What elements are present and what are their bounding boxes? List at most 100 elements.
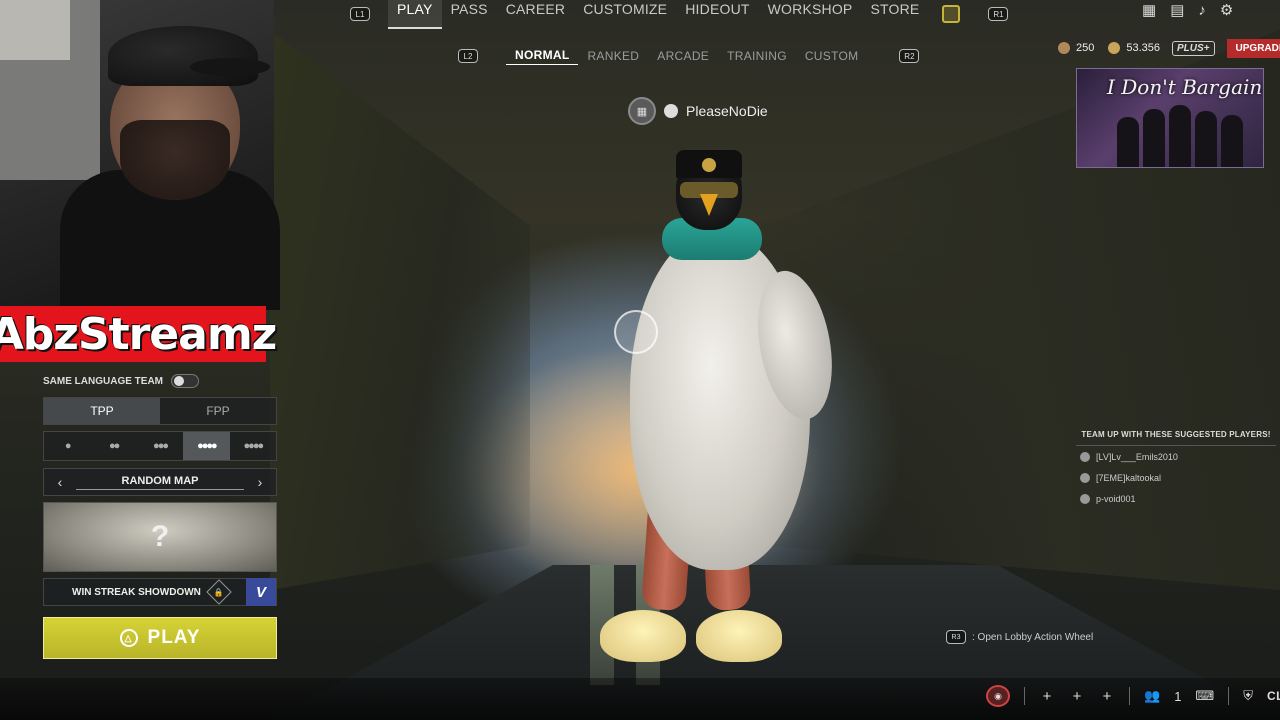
- map-next-button[interactable]: ›: [244, 474, 276, 490]
- win-streak-row[interactable]: WIN STREAK SHOWDOWN 🔒 V: [43, 578, 277, 606]
- tab-store[interactable]: STORE: [861, 0, 928, 29]
- suggested-player-name: p-void001: [1096, 493, 1136, 504]
- promo-banner[interactable]: I Don't Bargain: [1076, 68, 1264, 168]
- party-controls: ◉ + + + 👥 1 ⌨ ⛨ CLAN: [986, 685, 1280, 707]
- perspective-fpp[interactable]: FPP: [160, 398, 276, 424]
- party-members-icon[interactable]: 👥: [1144, 688, 1160, 704]
- mode-tabs: L2 NORMAL RANKED ARCADE TRAINING CUSTOM …: [458, 44, 920, 68]
- l2-button-hint: L2: [458, 49, 478, 63]
- player-character[interactable]: [590, 140, 843, 670]
- l1-button-hint: L1: [350, 7, 370, 21]
- cursor-ring-icon: [614, 310, 658, 354]
- squad-fill-icon[interactable]: ●●●●: [230, 432, 276, 460]
- gcoin-amount: 53.356: [1126, 42, 1161, 54]
- player-avatar-icon: [1080, 493, 1090, 504]
- mode-arcade[interactable]: ARCADE: [648, 49, 718, 63]
- character-foot: [600, 610, 686, 662]
- promo-title: I Don't Bargain: [1107, 75, 1263, 99]
- map-selector: ‹ RANDOM MAP ›: [43, 468, 277, 496]
- news-icon[interactable]: ▤: [1170, 1, 1184, 19]
- map-preview[interactable]: ?: [43, 502, 277, 572]
- invite-slot-plus-icon[interactable]: +: [1069, 688, 1085, 705]
- upgrade-button[interactable]: UPGRADE: [1226, 38, 1280, 58]
- streak-v-badge: V: [246, 578, 276, 606]
- character-foot: [696, 610, 782, 662]
- webcam-door: [0, 0, 70, 60]
- squad-solo-icon[interactable]: ●: [44, 432, 90, 460]
- calendar-icon[interactable]: ▦: [1142, 1, 1156, 19]
- tab-hideout[interactable]: HIDEOUT: [676, 0, 758, 29]
- player-avatar-icon: [1080, 472, 1090, 483]
- divider: [1228, 687, 1230, 705]
- webcam-cap-brim: [190, 58, 270, 76]
- promo-figure: [1117, 117, 1139, 167]
- r3-button-hint: R3: [946, 630, 966, 644]
- mode-ranked[interactable]: RANKED: [578, 49, 648, 63]
- mode-normal[interactable]: NORMAL: [506, 48, 579, 65]
- tab-pass[interactable]: PASS: [442, 0, 497, 29]
- squad-trio-icon[interactable]: ●●●: [137, 432, 183, 460]
- divider: [1129, 687, 1130, 705]
- party-count: 1: [1174, 688, 1182, 704]
- action-wheel-label: : Open Lobby Action Wheel: [972, 631, 1094, 643]
- list-item[interactable]: [7EME]kaltookal: [1076, 467, 1276, 488]
- list-item[interactable]: p-void001: [1076, 488, 1276, 509]
- hat-badge: [702, 158, 716, 172]
- webcam-cap: [108, 26, 258, 86]
- suggested-player-name: [7EME]kaltookal: [1096, 472, 1162, 483]
- invite-slot-plus-icon[interactable]: +: [1039, 688, 1055, 705]
- bp-coin-icon: [1058, 42, 1070, 54]
- clan-button[interactable]: CLAN: [1267, 689, 1280, 703]
- suggested-players: TEAM UP WITH THESE SUGGESTED PLAYERS! [L…: [1076, 430, 1276, 509]
- keyboard-icon[interactable]: ⌨: [1195, 688, 1214, 704]
- promo-figure: [1195, 111, 1217, 167]
- r1-button-hint: R1: [988, 7, 1009, 21]
- gear-icon[interactable]: ⚙: [1220, 1, 1233, 19]
- squad-size-selector: ● ●● ●●● ●●●● ●●●●: [43, 431, 277, 461]
- clan-icon[interactable]: ⛨: [1243, 688, 1253, 704]
- map-question-mark: ?: [150, 520, 170, 553]
- cube-icon[interactable]: [942, 5, 961, 23]
- plus-badge[interactable]: PLUS+: [1172, 40, 1215, 56]
- mode-training[interactable]: TRAINING: [718, 49, 796, 63]
- same-language-toggle[interactable]: [171, 374, 199, 388]
- nameplate-emblem-icon: ▦: [628, 97, 656, 125]
- play-button-label: PLAY: [147, 627, 201, 648]
- tab-workshop[interactable]: WORKSHOP: [759, 0, 862, 29]
- tab-customize[interactable]: CUSTOMIZE: [574, 0, 676, 29]
- promo-figure: [1169, 105, 1191, 167]
- bell-icon[interactable]: ♪: [1198, 2, 1206, 19]
- play-button[interactable]: △ PLAY: [43, 617, 277, 659]
- streamer-name-banner: AbzStreamz: [0, 306, 277, 362]
- invite-slot-plus-icon[interactable]: +: [1099, 688, 1115, 705]
- perspective-selector: TPP FPP: [43, 397, 277, 425]
- webcam-person-beard: [120, 120, 230, 200]
- voice-chat-icon[interactable]: ◉: [986, 685, 1010, 707]
- promo-figure: [1221, 115, 1243, 167]
- squad-duo-icon[interactable]: ●●: [90, 432, 136, 460]
- top-right-icons: ▦ ▤ ♪ ⚙: [1142, 0, 1233, 20]
- mode-custom[interactable]: CUSTOM: [796, 49, 868, 63]
- same-language-label: SAME LANGUAGE TEAM: [43, 375, 163, 387]
- divider: [1024, 687, 1025, 705]
- perspective-tpp[interactable]: TPP: [44, 398, 160, 424]
- squad-squad-icon[interactable]: ●●●●: [183, 432, 230, 460]
- triangle-button-icon: △: [119, 629, 138, 647]
- webcam-overlay: [0, 0, 280, 310]
- player-nameplate[interactable]: ▦ PleaseNoDie: [628, 97, 768, 125]
- top-navigation: L1 PLAY PASS CAREER CUSTOMIZE HIDEOUT WO…: [350, 0, 1009, 29]
- map-name: RANDOM MAP: [76, 475, 244, 490]
- map-prev-button[interactable]: ‹: [44, 474, 76, 490]
- same-language-team-row: SAME LANGUAGE TEAM: [43, 374, 199, 388]
- tab-play[interactable]: PLAY: [388, 0, 442, 29]
- player-name: PleaseNoDie: [686, 103, 768, 119]
- currency-bar: 250 53.356 PLUS+ UPGRADE: [1058, 38, 1280, 58]
- promo-figure: [1143, 109, 1165, 167]
- player-avatar-icon: [1080, 451, 1090, 462]
- tab-career[interactable]: CAREER: [497, 0, 575, 29]
- win-streak-label: WIN STREAK SHOWDOWN: [72, 586, 201, 598]
- list-item[interactable]: [LV]Lv___Emils2010: [1076, 446, 1276, 467]
- r2-button-hint: R2: [899, 49, 920, 63]
- gcoin-icon: [1108, 42, 1121, 54]
- bp-amount: 250: [1076, 42, 1095, 54]
